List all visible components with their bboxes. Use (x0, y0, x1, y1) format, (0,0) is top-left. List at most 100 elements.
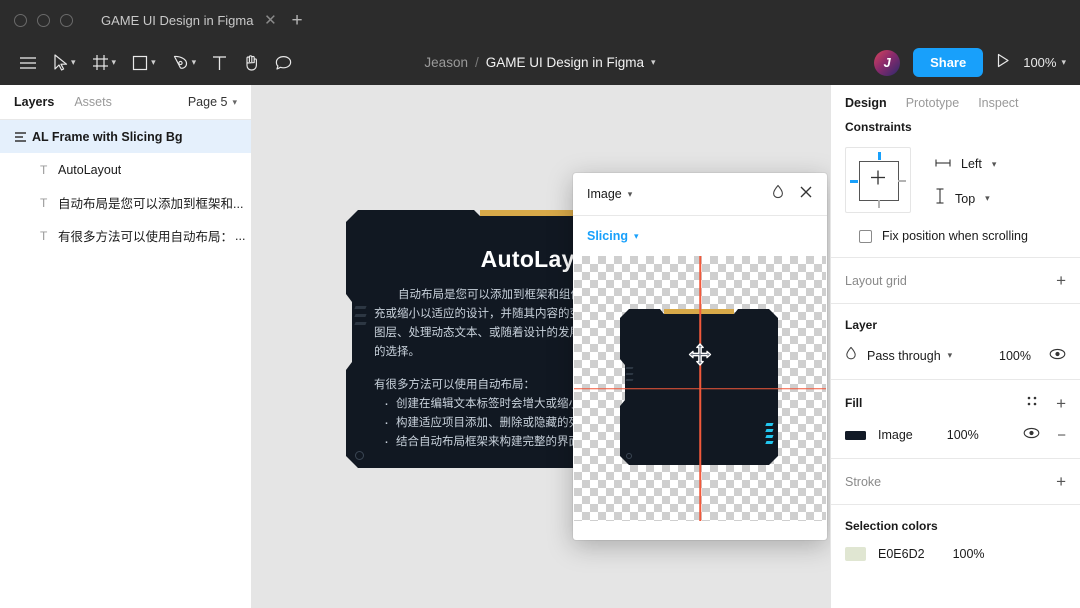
layer-item-autolayout-text[interactable]: T AutoLayout (0, 153, 251, 186)
fill-opacity-value[interactable]: 100% (947, 428, 979, 442)
preview-cyan-accent (765, 423, 774, 447)
close-icon[interactable]: ✕ (263, 13, 277, 28)
blend-mode-value[interactable]: Pass through (867, 349, 941, 363)
browser-tab[interactable]: GAME UI Design in Figma ✕ (101, 0, 277, 40)
horizontal-constraint-field[interactable]: Left ▾ (935, 155, 996, 173)
chevron-down-icon[interactable]: ▾ (232, 97, 237, 107)
tab-assets[interactable]: Assets (74, 95, 112, 109)
frame-tool-icon[interactable]: ▾ (85, 47, 124, 79)
slicing-preview-canvas[interactable] (574, 256, 826, 521)
layer-item-label: 自动布局是您可以添加到框架和... (58, 197, 244, 211)
vertical-constraint-field[interactable]: Top ▾ (935, 188, 996, 209)
minimize-window-button[interactable] (37, 13, 50, 27)
blend-mode-icon (845, 346, 857, 365)
constraint-handle-bottom[interactable] (878, 200, 880, 208)
chevron-down-icon[interactable]: ▾ (71, 58, 76, 67)
fill-swatch[interactable] (845, 430, 866, 440)
tab-design[interactable]: Design (845, 96, 887, 110)
chevron-down-icon[interactable]: ▾ (992, 159, 997, 170)
modal-slicing-row[interactable]: Slicing ▾ (573, 216, 827, 256)
breadcrumb-file-name[interactable]: GAME UI Design in Figma (486, 55, 644, 70)
fill-type-value[interactable]: Image (878, 428, 913, 442)
preview-badge-icon (626, 453, 632, 459)
vertical-constraint-value: Top (955, 191, 976, 206)
modal-title: Image (587, 187, 622, 201)
move-tool-icon[interactable]: ▾ (46, 47, 83, 79)
close-icon[interactable] (799, 185, 813, 204)
constraint-handle-left[interactable] (850, 180, 858, 183)
chevron-down-icon[interactable]: ▾ (651, 58, 656, 67)
window-traffic-lights (14, 13, 73, 27)
droplet-icon[interactable] (772, 184, 784, 204)
chevron-down-icon[interactable]: ▾ (634, 231, 639, 242)
eye-icon[interactable] (1023, 426, 1040, 444)
maximize-window-button[interactable] (60, 13, 73, 27)
chevron-down-icon[interactable]: ▾ (112, 58, 117, 67)
design-panel: Design Prototype Inspect Constraints Lef… (830, 85, 1080, 608)
layer-item-frame[interactable]: AL Frame with Slicing Bg (0, 120, 251, 153)
plus-icon[interactable]: + (1056, 272, 1066, 289)
constraint-handle-right[interactable] (898, 180, 906, 182)
artboard-badge-icon (355, 451, 364, 460)
chevron-down-icon[interactable]: ▾ (948, 350, 953, 361)
selection-color-swatch[interactable] (845, 547, 866, 561)
selection-color-hex: E0E6D2 (878, 547, 925, 561)
breadcrumb-user[interactable]: Jeason (424, 55, 468, 70)
chevron-down-icon[interactable]: ▾ (151, 58, 156, 67)
plus-icon[interactable]: + (291, 11, 302, 30)
layer-item-label: 有很多方法可以使用自动布局： (58, 230, 234, 244)
toolbar-tools-group: ▾ ▾ ▾ ▾ (0, 47, 299, 79)
hamburger-menu-icon[interactable] (12, 47, 44, 79)
page-selector[interactable]: Page 5 ▾ (188, 95, 237, 109)
constraints-widget[interactable] (845, 147, 911, 213)
slicing-guide-horizontal[interactable] (574, 387, 826, 390)
tab-prototype[interactable]: Prototype (906, 96, 960, 110)
selection-color-row[interactable]: E0E6D2 100% (845, 547, 1066, 561)
plus-icon[interactable]: + (1056, 473, 1066, 490)
auto-layout-icon (14, 131, 32, 143)
text-tool-icon[interactable] (205, 47, 234, 79)
fill-title: Fill (845, 396, 863, 410)
constraint-handle-top[interactable] (878, 152, 881, 160)
tab-layers[interactable]: Layers (14, 95, 54, 109)
eye-icon[interactable] (1049, 347, 1066, 365)
chevron-down-icon[interactable]: ▾ (628, 189, 633, 200)
zoom-level-value: 100% (1023, 55, 1057, 70)
constraints-section: Constraints Left ▾ Top ▾ Fix position wh… (831, 120, 1080, 257)
plus-icon[interactable]: + (1056, 395, 1066, 412)
layer-item-list-text[interactable]: T 有很多方法可以使用自动布局： ... (0, 219, 251, 252)
fill-row: Image 100% − (845, 426, 1066, 444)
layer-item-paragraph-text[interactable]: T 自动布局是您可以添加到框架和... (0, 186, 251, 219)
slicing-label: Slicing (587, 229, 628, 243)
rectangle-tool-icon[interactable]: ▾ (125, 47, 163, 79)
figma-app-window: GAME UI Design in Figma ✕ + ▾ ▾ ▾ ▾ Jeas… (0, 0, 1080, 608)
styles-grid-icon[interactable] (1026, 394, 1038, 412)
zoom-control[interactable]: 100% ▾ (1023, 55, 1066, 70)
hand-tool-icon[interactable] (236, 47, 266, 79)
layout-grid-section: Layout grid + (831, 258, 1080, 303)
text-layer-icon: T (40, 162, 48, 177)
layer-opacity-value[interactable]: 100% (999, 349, 1031, 363)
text-layer-icon: T (40, 228, 48, 243)
share-button[interactable]: Share (913, 48, 984, 77)
vertical-constraint-icon (935, 188, 945, 209)
avatar[interactable]: J (874, 49, 901, 76)
chevron-down-icon[interactable]: ▾ (985, 193, 990, 204)
tab-inspect[interactable]: Inspect (978, 96, 1018, 110)
comment-tool-icon[interactable] (268, 47, 299, 79)
present-play-icon[interactable] (996, 53, 1010, 73)
chevron-down-icon[interactable]: ▾ (1061, 58, 1066, 67)
stroke-title: Stroke (845, 474, 882, 489)
close-window-button[interactable] (14, 13, 27, 27)
layer-item-label: AutoLayout (58, 162, 122, 177)
breadcrumb-separator: / (474, 55, 479, 70)
constraints-center-plus-icon (870, 169, 887, 191)
fix-position-row[interactable]: Fix position when scrolling (845, 213, 1066, 243)
chevron-down-icon[interactable]: ▾ (192, 58, 197, 67)
fill-section: Fill + Image 100% − (831, 380, 1080, 458)
pen-tool-icon[interactable]: ▾ (165, 47, 204, 79)
browser-tab-label: GAME UI Design in Figma (101, 12, 254, 28)
minus-icon[interactable]: − (1057, 428, 1066, 443)
layer-item-ellipsis: ... (235, 228, 246, 243)
fix-position-checkbox[interactable] (859, 229, 872, 243)
